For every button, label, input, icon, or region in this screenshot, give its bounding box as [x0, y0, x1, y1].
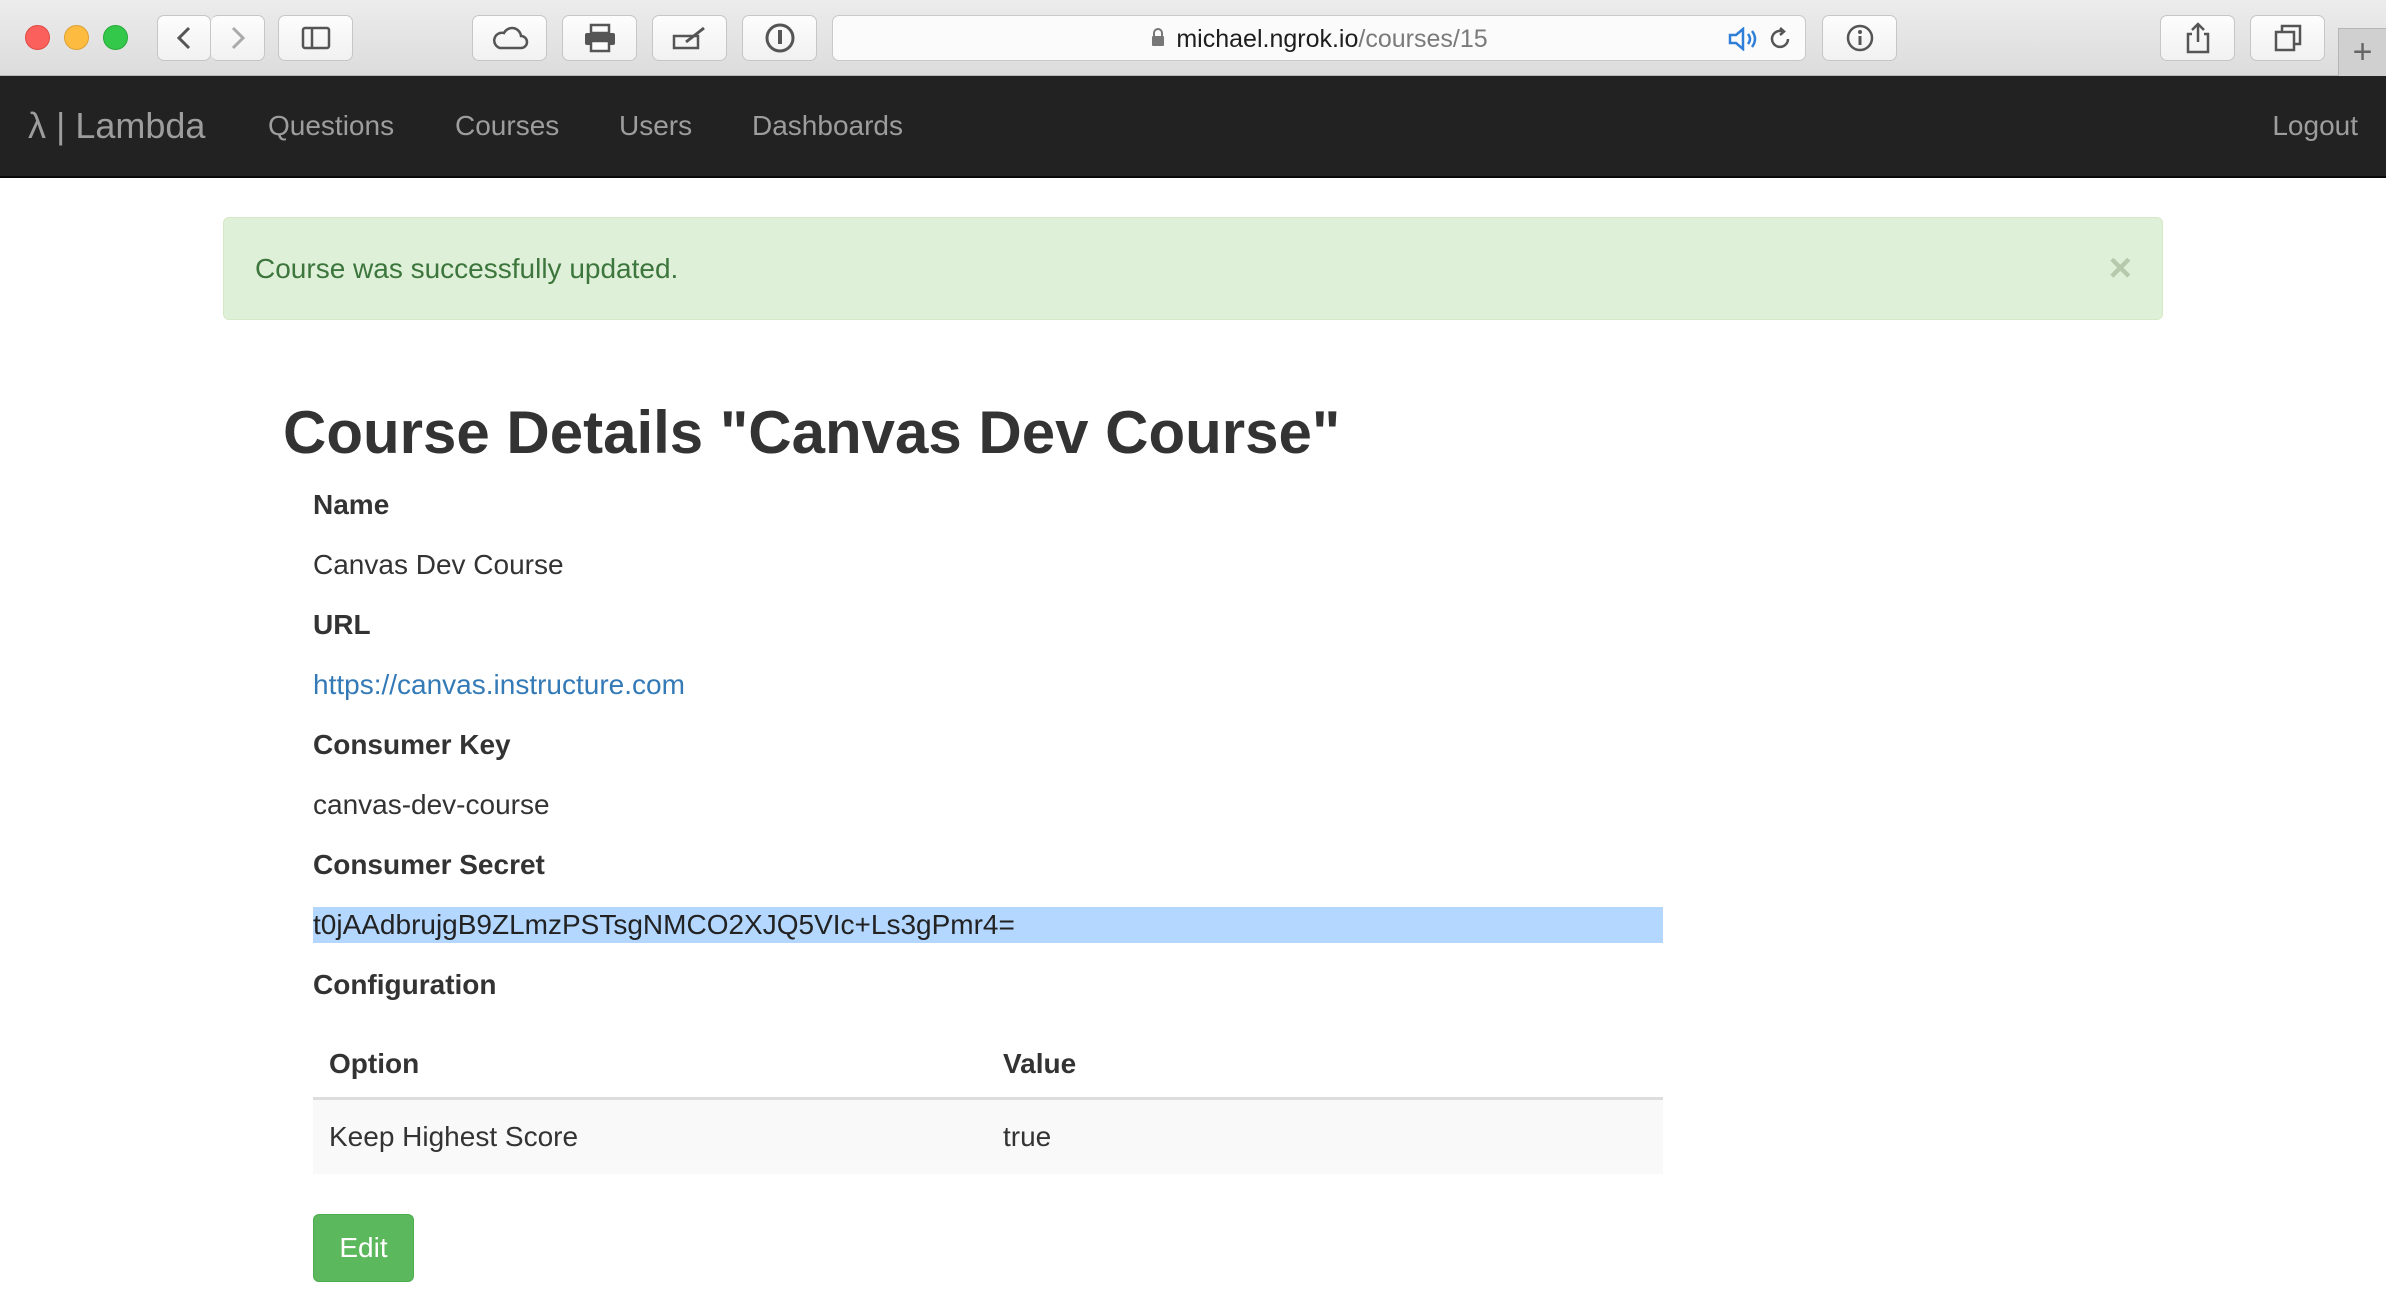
url-label: URL	[313, 609, 371, 640]
forward-button[interactable]	[211, 15, 265, 61]
cloud-icon	[492, 26, 528, 50]
column-header-option: Option	[329, 1047, 420, 1079]
tabs-icon	[2274, 24, 2301, 52]
configuration-table: Option Value Keep Highest Score true	[313, 1030, 1663, 1174]
edit-icon	[672, 26, 705, 50]
back-button[interactable]	[157, 15, 211, 61]
print-button[interactable]	[562, 15, 637, 61]
back-icon	[176, 26, 191, 50]
address-bar[interactable]: michael.ngrok.io/courses/15	[832, 15, 1806, 61]
page-title: Course Details "Canvas Dev Course"	[283, 399, 1341, 466]
new-tab-icon[interactable]: +	[2338, 28, 2386, 76]
value-cell: true	[1003, 1121, 1052, 1152]
reader-info-button[interactable]	[1822, 15, 1897, 61]
nav-logout[interactable]: Logout	[2272, 76, 2358, 176]
reload-icon[interactable]	[1767, 26, 1793, 57]
column-header-value: Value	[1003, 1047, 1077, 1079]
success-alert: Course was successfully updated. ×	[223, 217, 2163, 320]
table-row: Keep Highest Score true	[313, 1100, 1663, 1174]
edit-button[interactable]: Edit	[313, 1214, 414, 1282]
password-icon	[765, 23, 794, 53]
brand-logo[interactable]: λ | Lambda	[28, 76, 205, 176]
icloud-tabs-button[interactable]	[472, 15, 547, 61]
name-value: Canvas Dev Course	[313, 549, 564, 580]
consumer-key-value: canvas-dev-course	[313, 789, 550, 820]
markup-button[interactable]	[652, 15, 727, 61]
info-icon	[1846, 24, 1873, 52]
url-host: michael.ngrok.io	[1176, 24, 1359, 53]
close-window-button[interactable]	[25, 25, 50, 50]
tab-overview-button[interactable]	[2250, 15, 2325, 61]
share-button[interactable]	[2160, 15, 2235, 61]
option-cell: Keep Highest Score	[329, 1121, 579, 1152]
nav-dashboards[interactable]: Dashboards	[752, 76, 903, 176]
configuration-label: Configuration	[313, 969, 497, 1000]
app-navbar: λ | Lambda Questions Courses Users Dashb…	[0, 76, 2386, 178]
nav-courses[interactable]: Courses	[455, 76, 559, 176]
nav-users[interactable]: Users	[619, 76, 692, 176]
name-label: Name	[313, 489, 390, 520]
share-icon	[2186, 22, 2209, 54]
zoom-window-button[interactable]	[103, 25, 128, 50]
course-url-link[interactable]: https://canvas.instructure.com	[313, 669, 685, 701]
table-header-row: Option Value	[313, 1030, 1663, 1100]
sidebar-icon	[301, 26, 330, 50]
url-path: /courses/15	[1358, 24, 1488, 53]
audio-icon[interactable]	[1727, 26, 1761, 56]
consumer-key-label: Consumer Key	[313, 729, 511, 760]
alert-message: Course was successfully updated.	[255, 252, 679, 284]
minimize-window-button[interactable]	[64, 25, 89, 50]
consumer-secret-value[interactable]: t0jAAdbrujgB9ZLmzPSTsgNMCO2XJQ5VIc+Ls3gP…	[313, 907, 1663, 943]
browser-toolbar: michael.ngrok.io/courses/15 +	[0, 0, 2386, 76]
close-icon[interactable]: ×	[2109, 218, 2132, 319]
nav-questions[interactable]: Questions	[268, 76, 394, 176]
print-icon	[584, 23, 615, 53]
password-manager-button[interactable]	[742, 15, 817, 61]
consumer-secret-label: Consumer Secret	[313, 849, 545, 880]
forward-icon	[231, 26, 245, 50]
lock-icon	[1150, 25, 1166, 54]
sidebar-button[interactable]	[278, 15, 353, 61]
